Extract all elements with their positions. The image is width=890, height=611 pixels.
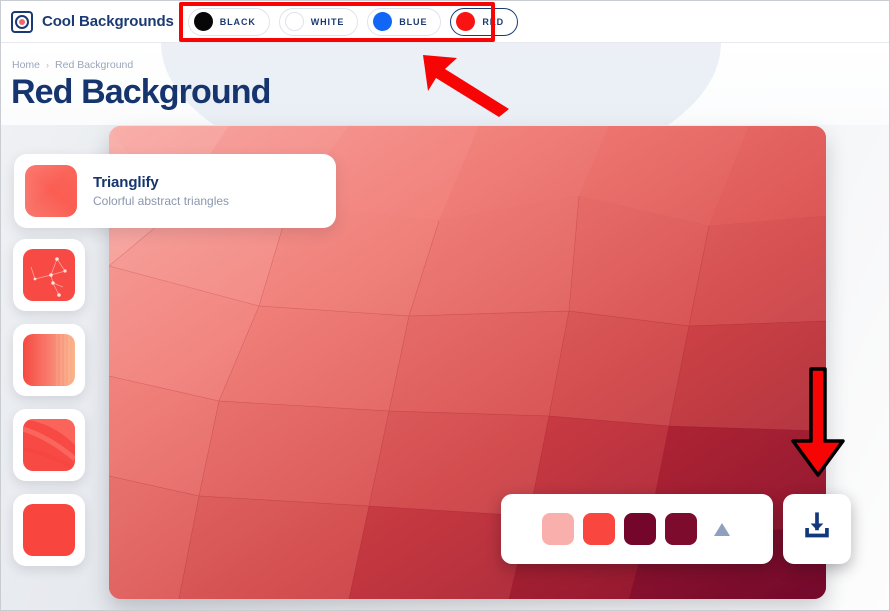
pattern-card-meta: Trianglify Colorful abstract triangles [93,174,229,208]
chip-swatch-black [193,12,213,31]
pattern-card-trianglify[interactable]: Trianglify Colorful abstract triangles [14,154,336,228]
filter-chip-blue[interactable]: BLUE [367,7,442,36]
palette-toolbar [501,494,773,564]
top-navigation-bar: Cool Backgrounds BLACK WHITE BLUE RED [1,1,889,43]
breadcrumb-separator-icon: › [46,60,50,70]
swatch-dark-maroon[interactable] [623,513,656,545]
gradient-stripes-thumb-icon [23,334,75,386]
chip-label-black: BLACK [219,16,256,27]
triangle-up-glyph [713,522,730,536]
chip-label-white: WHITE [310,16,345,27]
page-title: Red Background [11,73,271,111]
chip-label-red: RED [482,16,505,27]
download-button[interactable] [783,494,851,564]
breadcrumb-home-link[interactable]: Home [12,59,40,71]
logo-ring [15,14,29,29]
chip-swatch-red [456,12,476,31]
download-icon [800,510,834,549]
soft-curves-thumb-icon [23,419,75,471]
circle-target-icon [11,10,33,33]
thumbnail-soft-curves[interactable] [13,409,85,481]
triangle-up-icon[interactable] [711,518,733,540]
swatch-deep-maroon[interactable] [664,513,697,545]
breadcrumb: Home › Red Background [12,59,133,71]
app-window: Home › Red Background Red Background Tri… [0,0,890,611]
low-poly-network-thumb-icon [23,249,75,301]
swatch-light-pink[interactable] [541,513,574,545]
thumbnail-solid-color[interactable] [13,494,85,566]
filter-chip-black[interactable]: BLACK [187,7,270,36]
chip-swatch-white [284,12,304,31]
page-header: Home › Red Background Red Background [1,43,889,125]
color-filter-chips: BLACK WHITE BLUE RED [187,7,519,36]
filter-chip-red[interactable]: RED [450,7,519,36]
pattern-subtitle: Colorful abstract triangles [93,194,230,208]
filter-chip-white[interactable]: WHITE [278,7,359,36]
pattern-thumbnail-list [13,239,85,566]
trianglify-thumb-icon [25,165,77,217]
pattern-title: Trianglify [93,174,159,191]
logo-dot [19,18,25,25]
chip-label-blue: BLUE [399,16,428,27]
breadcrumb-current: Red Background [55,59,134,71]
chip-swatch-blue [373,12,393,31]
solid-color-thumb-icon [23,504,75,556]
brand[interactable]: Cool Backgrounds [11,10,174,33]
brand-name: Cool Backgrounds [42,13,174,30]
swatch-bright-red[interactable] [582,513,615,545]
thumbnail-low-poly-network[interactable] [13,239,85,311]
thumbnail-gradient-stripes[interactable] [13,324,85,396]
